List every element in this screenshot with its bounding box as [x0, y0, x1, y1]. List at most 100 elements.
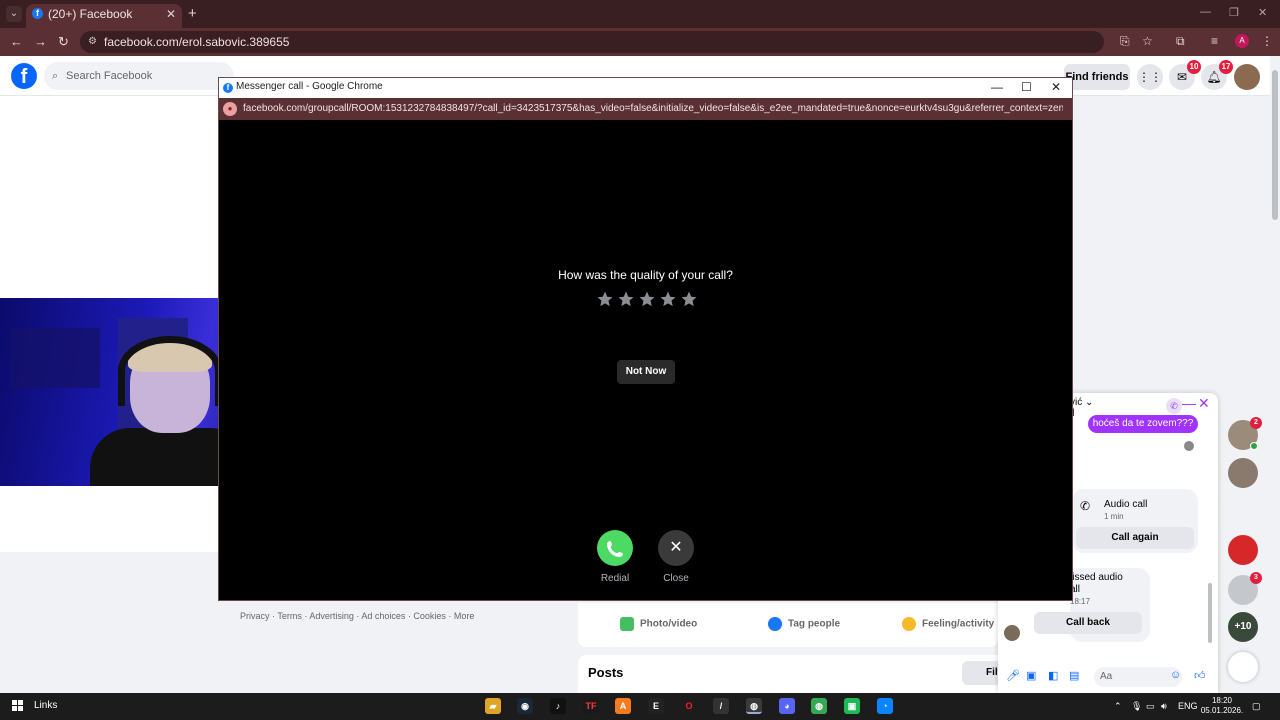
install-app-icon[interactable]: ⎘ — [1120, 34, 1130, 49]
microphone-in-use-icon[interactable]: ● — [223, 102, 237, 116]
app-a-icon[interactable]: A — [615, 698, 631, 714]
emoji-icon[interactable]: ☺ — [1170, 669, 1181, 681]
feeling-activity-button[interactable]: Feeling/activity — [902, 617, 994, 631]
taskbar-clock[interactable]: 18:20 05.01.2026. — [1200, 696, 1244, 716]
tab-search-icon[interactable]: ⌄ — [6, 6, 22, 22]
tab-close-icon[interactable]: ✕ — [166, 4, 176, 24]
audio-call-card: ✆ Audio call 1 min Call again — [1072, 489, 1198, 553]
close-window-icon[interactable]: ✕ — [1258, 6, 1267, 19]
media-controls-icon[interactable]: ≡ — [1211, 34, 1218, 48]
tab-title: (20+) Facebook — [48, 7, 133, 21]
app-green-icon[interactable]: ▣ — [844, 698, 860, 714]
facebook-search-input[interactable]: ⌕ Search Facebook — [44, 62, 234, 90]
reload-icon[interactable]: ↻ — [58, 34, 69, 50]
tray-chevron-icon[interactable]: ⌃ — [1114, 701, 1122, 712]
sticker-icon[interactable]: ◧ — [1048, 669, 1058, 682]
redial-button[interactable] — [597, 530, 633, 566]
contact-avatar[interactable] — [1228, 458, 1258, 488]
back-icon[interactable]: ← — [10, 34, 23, 49]
footer-links[interactable]: Privacy · Terms · Advertising · Ad choic… — [240, 611, 474, 621]
chat-contact-name[interactable]: vić ⌄ll — [1070, 397, 1093, 419]
contact-avatar[interactable]: 3 — [1228, 572, 1262, 605]
profile-avatar-icon[interactable]: A — [1235, 34, 1249, 48]
volume-icon[interactable]: 🔊︎ — [1161, 701, 1167, 712]
close-call-button[interactable]: ✕ — [658, 530, 694, 566]
extensions-icon[interactable]: ⧉ — [1176, 34, 1185, 49]
like-thumb-icon[interactable]: 👍︎ — [1194, 669, 1206, 682]
chrome-icon[interactable]: ◍ — [746, 698, 762, 714]
messenger-icon[interactable]: ✉ 10 — [1169, 60, 1201, 90]
steam-icon[interactable]: ◉ — [517, 698, 533, 714]
new-message-button[interactable] — [1228, 652, 1258, 682]
photo-video-button[interactable]: Photo/video — [620, 617, 697, 631]
popup-window-title: Messenger call - Google Chrome — [236, 81, 383, 92]
app-stripes-icon[interactable]: / — [713, 698, 729, 714]
find-friends-button[interactable]: Find friends — [1064, 64, 1130, 90]
star-icon[interactable] — [659, 290, 677, 308]
chat-scrollbar[interactable] — [1208, 583, 1212, 643]
contact-avatar[interactable]: 2 — [1228, 417, 1262, 450]
photo-icon — [620, 617, 634, 631]
windows-start-icon[interactable] — [12, 700, 24, 712]
tab-facebook[interactable]: f (20+) Facebook ✕ — [26, 4, 182, 28]
chat-minimize-icon[interactable]: — — [1182, 395, 1196, 411]
network-icon[interactable]: ▭ — [1146, 701, 1155, 712]
bookmark-star-icon[interactable]: ☆ — [1142, 34, 1153, 48]
tf-app-icon[interactable]: TF — [583, 698, 599, 714]
missed-call-card: lissed audio all 18:17 Call back — [1034, 568, 1150, 642]
tiktok-icon[interactable]: ♪ — [550, 698, 566, 714]
popup-minimize-icon[interactable]: — — [991, 80, 1003, 94]
image-icon[interactable]: ▣ — [1026, 669, 1036, 682]
notifications-bell-icon[interactable]: 🔔︎ 17 — [1201, 60, 1233, 90]
new-tab-icon[interactable]: + — [188, 5, 197, 22]
star-icon[interactable] — [596, 290, 614, 308]
popup-close-icon[interactable]: ✕ — [1051, 80, 1061, 94]
microphone-icon[interactable]: 🎤︎ — [1006, 669, 1020, 682]
star-icon[interactable] — [680, 290, 698, 308]
gif-icon[interactable]: ▤ — [1069, 669, 1079, 682]
address-bar[interactable]: ⚙ facebook.com/erol.sabovic.389655 — [80, 31, 1104, 53]
star-icon[interactable] — [638, 290, 656, 308]
forward-icon[interactable]: → — [34, 34, 47, 49]
notification-center-icon[interactable]: ▢ — [1252, 701, 1261, 712]
site-info-icon[interactable]: ⚙ — [88, 31, 97, 53]
star-icon[interactable] — [617, 290, 635, 308]
chat-close-icon[interactable]: ✕ — [1198, 395, 1210, 412]
page-scrollbar[interactable] — [1272, 70, 1278, 220]
redial-label: Redial — [600, 573, 630, 584]
tag-people-icon — [768, 617, 782, 631]
close-label: Close — [663, 573, 689, 584]
tag-people-button[interactable]: Tag people — [768, 617, 840, 631]
account-avatar[interactable] — [1234, 64, 1260, 90]
popup-address-bar[interactable]: ● facebook.com/groupcall/ROOM:1531232784… — [219, 98, 1072, 120]
language-indicator[interactable]: ENG — [1178, 701, 1198, 711]
not-now-button[interactable]: Not Now — [617, 360, 675, 384]
messenger-app-icon[interactable]: ◔ — [877, 698, 893, 714]
popup-titlebar: f Messenger call - Google Chrome — ☐ ✕ — [219, 78, 1072, 98]
tray-mic-icon[interactable]: 🎙︎ — [1131, 701, 1142, 712]
links-toolbar[interactable]: Links — [34, 700, 57, 711]
messenger-badge: 10 — [1187, 60, 1201, 74]
missed-call-time: 18:17 — [1070, 597, 1091, 606]
call-duration: 1 min — [1104, 512, 1124, 521]
discord-icon[interactable]: ◕ — [779, 698, 795, 714]
popup-maximize-icon[interactable]: ☐ — [1021, 80, 1032, 94]
feeling-icon — [902, 617, 916, 631]
call-back-button[interactable]: Call back — [1034, 612, 1142, 634]
contact-avatar[interactable] — [1228, 535, 1258, 565]
opera-gx-icon[interactable]: O — [681, 698, 697, 714]
restore-icon[interactable]: ❐ — [1229, 6, 1239, 19]
more-contacts[interactable]: +10 — [1228, 612, 1258, 642]
chrome-profile-icon[interactable]: ◍ — [811, 698, 827, 714]
facebook-logo-icon[interactable]: f — [11, 63, 37, 89]
menu-grid-icon[interactable]: ⋮⋮ — [1137, 64, 1163, 90]
call-again-button[interactable]: Call again — [1076, 527, 1194, 549]
epic-games-icon[interactable]: E — [648, 698, 664, 714]
online-indicator — [1250, 442, 1258, 450]
chrome-menu-icon[interactable]: ⋮ — [1261, 34, 1273, 48]
popup-url: facebook.com/groupcall/ROOM:153123278483… — [243, 103, 1063, 114]
minimize-icon[interactable]: — — [1200, 6, 1211, 18]
chat-audio-call-icon[interactable]: ✆ — [1166, 398, 1182, 414]
file-explorer-icon[interactable]: ▰ — [485, 698, 501, 714]
chat-message-input[interactable]: Aa — [1094, 667, 1182, 687]
